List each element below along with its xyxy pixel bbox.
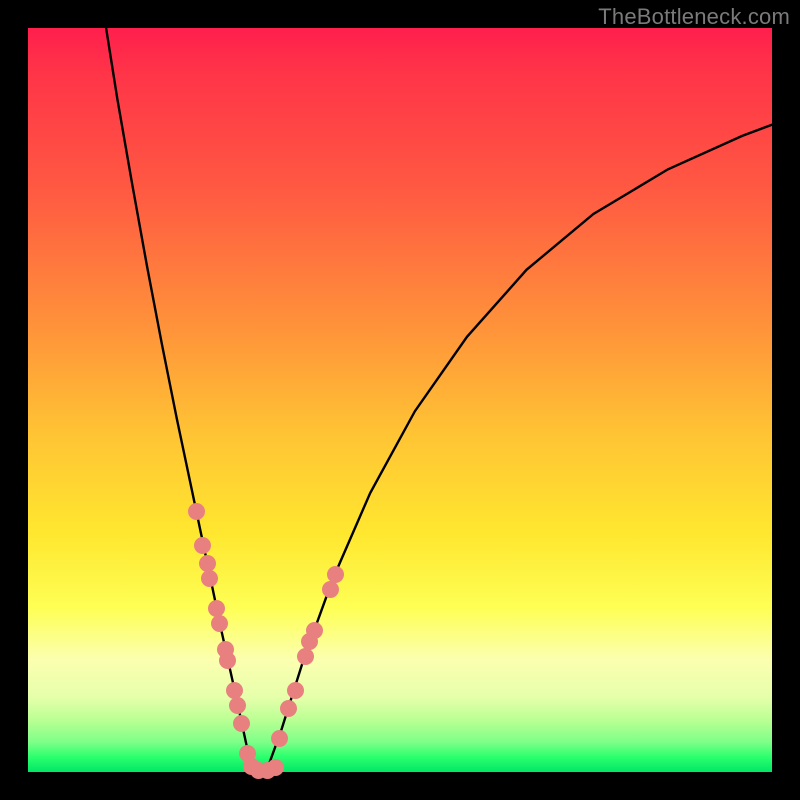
data-marker [194, 537, 211, 554]
data-marker [201, 570, 218, 587]
data-marker [226, 682, 243, 699]
bottleneck-curve [28, 28, 772, 772]
data-marker [327, 566, 344, 583]
chart-frame: TheBottleneck.com [0, 0, 800, 800]
data-marker [322, 581, 339, 598]
data-marker [271, 730, 288, 747]
data-marker [229, 697, 246, 714]
data-marker [188, 503, 205, 520]
data-marker [233, 715, 250, 732]
data-marker [287, 682, 304, 699]
curve-path [106, 28, 772, 772]
plot-area [28, 28, 772, 772]
data-marker [219, 652, 236, 669]
data-marker [306, 622, 323, 639]
watermark-text: TheBottleneck.com [598, 4, 790, 30]
data-marker [267, 759, 284, 776]
